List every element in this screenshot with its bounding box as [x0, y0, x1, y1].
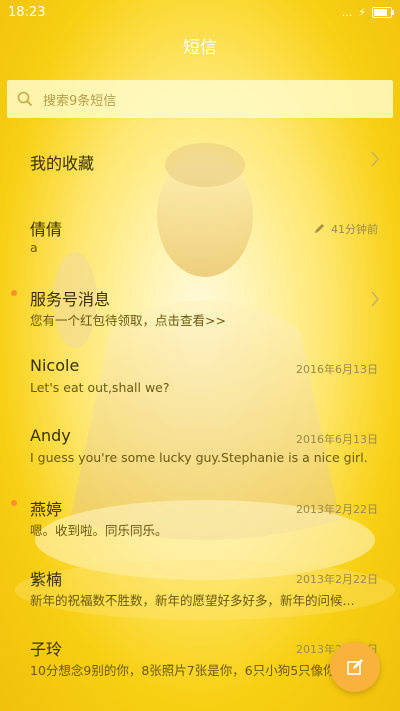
conversation-preview: 新年的祝福数不胜数，新年的愿望好多好多，新年的问候... — [30, 593, 355, 608]
conversation-name: Andy — [30, 426, 71, 445]
conversation-name: 我的收藏 — [30, 154, 95, 173]
conversation-name: 子玲 — [30, 640, 63, 659]
unread-dot — [11, 500, 17, 506]
list-item-conversation[interactable]: 倩倩 a 41分钟前 — [0, 194, 400, 264]
search-placeholder: 搜索9条短信 — [43, 93, 117, 109]
status-time: 18:23 — [8, 4, 46, 20]
compose-edit-icon — [347, 659, 363, 675]
signal-icon: ... — [341, 5, 353, 19]
list-item-favorites[interactable]: 我的收藏 — [0, 124, 400, 194]
status-icons: ... ⚡ — [341, 5, 394, 19]
list-item-conversation[interactable]: 燕婷 嗯。收到啦。同乐同乐。 2013年2月22日 — [0, 474, 400, 544]
chevron-right-icon — [371, 151, 379, 167]
conversation-preview: a — [30, 240, 38, 255]
conversation-preview: Let's eat out,shall we? — [30, 380, 170, 395]
conversation-name: 服务号消息 — [30, 290, 111, 309]
list-item-conversation[interactable]: Andy I guess you're some lucky guy.Steph… — [0, 404, 400, 474]
list-item-service-messages[interactable]: 服务号消息 您有一个红包待领取，点击查看>> — [0, 264, 400, 334]
charging-icon: ⚡ — [358, 5, 366, 19]
conversation-preview: I guess you're some lucky guy.Stephanie … — [30, 450, 368, 465]
conversation-time: 2013年2月22日 — [296, 503, 378, 516]
conversation-preview: 您有一个红包待领取，点击查看>> — [30, 313, 226, 328]
status-bar: 18:23 ... ⚡ — [0, 0, 400, 24]
conversation-name: Nicole — [30, 356, 80, 375]
conversation-name: 倩倩 — [30, 220, 63, 239]
conversation-preview: 嗯。收到啦。同乐同乐。 — [30, 523, 168, 538]
conversation-name: 紫楠 — [30, 570, 63, 589]
draft-pencil-icon — [315, 224, 324, 233]
unread-dot — [11, 290, 17, 296]
battery-icon — [372, 6, 394, 18]
chevron-right-icon — [371, 291, 379, 307]
conversation-list: 我的收藏 倩倩 a 41分钟前 服务号消息 您有一个红包待领取，点击查看>> N… — [0, 124, 400, 684]
conversation-time: 2016年6月13日 — [296, 433, 378, 446]
search-icon — [17, 91, 33, 107]
list-item-conversation[interactable]: 紫楠 新年的祝福数不胜数，新年的愿望好多好多，新年的问候... 2013年2月2… — [0, 544, 400, 614]
conversation-time: 2013年2月22日 — [296, 573, 378, 586]
page-title: 短信 — [183, 38, 217, 58]
list-item-conversation[interactable]: Nicole Let's eat out,shall we? 2016年6月13… — [0, 334, 400, 404]
compose-button[interactable] — [330, 642, 380, 692]
conversation-name: 燕婷 — [30, 500, 63, 519]
conversation-time: 2016年6月13日 — [296, 363, 378, 376]
conversation-preview: 10分想念9别的你，8张照片7张是你，6只小狗5只像你 — [30, 663, 336, 678]
search-bar[interactable]: 搜索9条短信 — [7, 80, 393, 118]
conversation-time: 41分钟前 — [314, 221, 378, 237]
conversation-time-text: 41分钟前 — [331, 223, 378, 236]
